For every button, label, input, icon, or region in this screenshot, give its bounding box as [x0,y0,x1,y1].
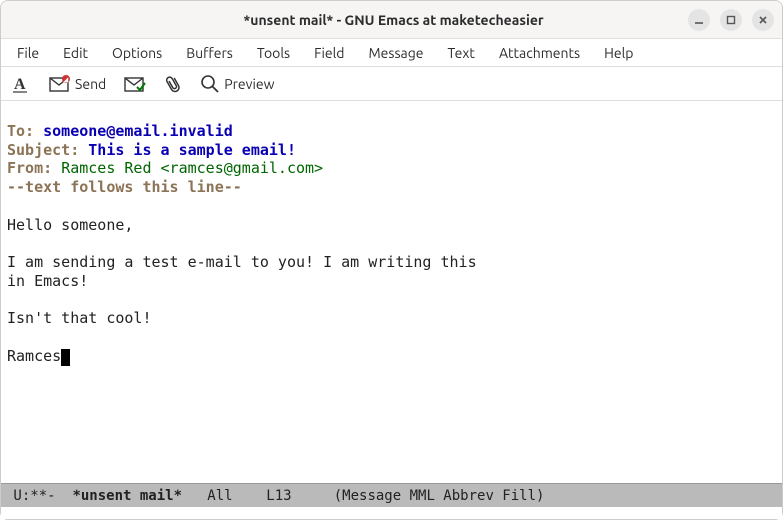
close-button[interactable] [752,9,774,31]
minibuffer[interactable] [1,507,782,519]
header-from-label: From: [7,159,52,177]
send-button[interactable]: ◢ Send [49,75,106,93]
menu-buffers[interactable]: Buffers [174,42,245,64]
modeline-buffer: *unsent mail* [72,488,182,504]
menubar: File Edit Options Buffers Tools Field Me… [1,39,782,67]
window-title: *unsent mail* - GNU Emacs at maketecheas… [99,12,688,28]
modeline-position: All L13 [182,488,334,504]
header-to-label: To: [7,122,34,140]
window-buttons [688,9,774,31]
preview-icon [200,74,220,94]
titlebar: *unsent mail* - GNU Emacs at maketecheas… [1,1,782,39]
modeline-modes: (Message MML Abbrev Fill) [334,488,545,504]
preview-button[interactable]: Preview [200,74,274,94]
body-line-3[interactable]: in Emacs! [7,272,88,290]
modeline-status: U:**- [5,488,72,504]
font-icon: A [11,74,31,94]
font-button[interactable]: A [11,74,31,94]
svg-text:◢: ◢ [63,76,69,83]
body-line-4[interactable]: Isn't that cool! [7,309,152,327]
menu-tools[interactable]: Tools [245,42,302,64]
menu-attachments[interactable]: Attachments [487,42,592,64]
envelope-send-icon: ◢ [49,75,71,93]
body-line-2[interactable]: I am sending a test e-mail to you! I am … [7,253,477,271]
svg-text:A: A [14,76,26,93]
modeline[interactable]: U:**- *unsent mail* All L13 (Message MML… [1,483,782,507]
maximize-button[interactable] [720,9,742,31]
paperclip-icon [164,74,182,94]
close-icon [758,15,768,25]
body-line-1[interactable]: Hello someone, [7,216,133,234]
message-buffer[interactable]: To: someone@email.invalid Subject: This … [1,101,782,483]
header-to-value[interactable]: someone@email.invalid [43,122,233,140]
maximize-icon [726,15,736,25]
header-from-value[interactable]: Ramces Red <ramces@gmail.com> [61,159,323,177]
spellcheck-button[interactable] [124,75,146,93]
menu-edit[interactable]: Edit [51,42,100,64]
minimize-icon [694,15,704,25]
minimize-button[interactable] [688,9,710,31]
text-cursor [61,349,70,366]
menu-help[interactable]: Help [592,42,645,64]
menu-options[interactable]: Options [100,42,174,64]
preview-label: Preview [224,76,274,92]
spellcheck-icon [124,75,146,93]
send-label: Send [75,76,106,92]
attach-button[interactable] [164,74,182,94]
menu-message[interactable]: Message [356,42,435,64]
menu-text[interactable]: Text [436,42,487,64]
menu-field[interactable]: Field [302,42,356,64]
body-line-5[interactable]: Ramces [7,347,61,365]
header-subject-label: Subject: [7,141,79,159]
toolbar: A ◢ Send Preview [1,67,782,101]
header-separator: --text follows this line-- [7,178,242,196]
menu-file[interactable]: File [5,42,51,64]
header-subject-value[interactable]: This is a sample email! [88,141,296,159]
